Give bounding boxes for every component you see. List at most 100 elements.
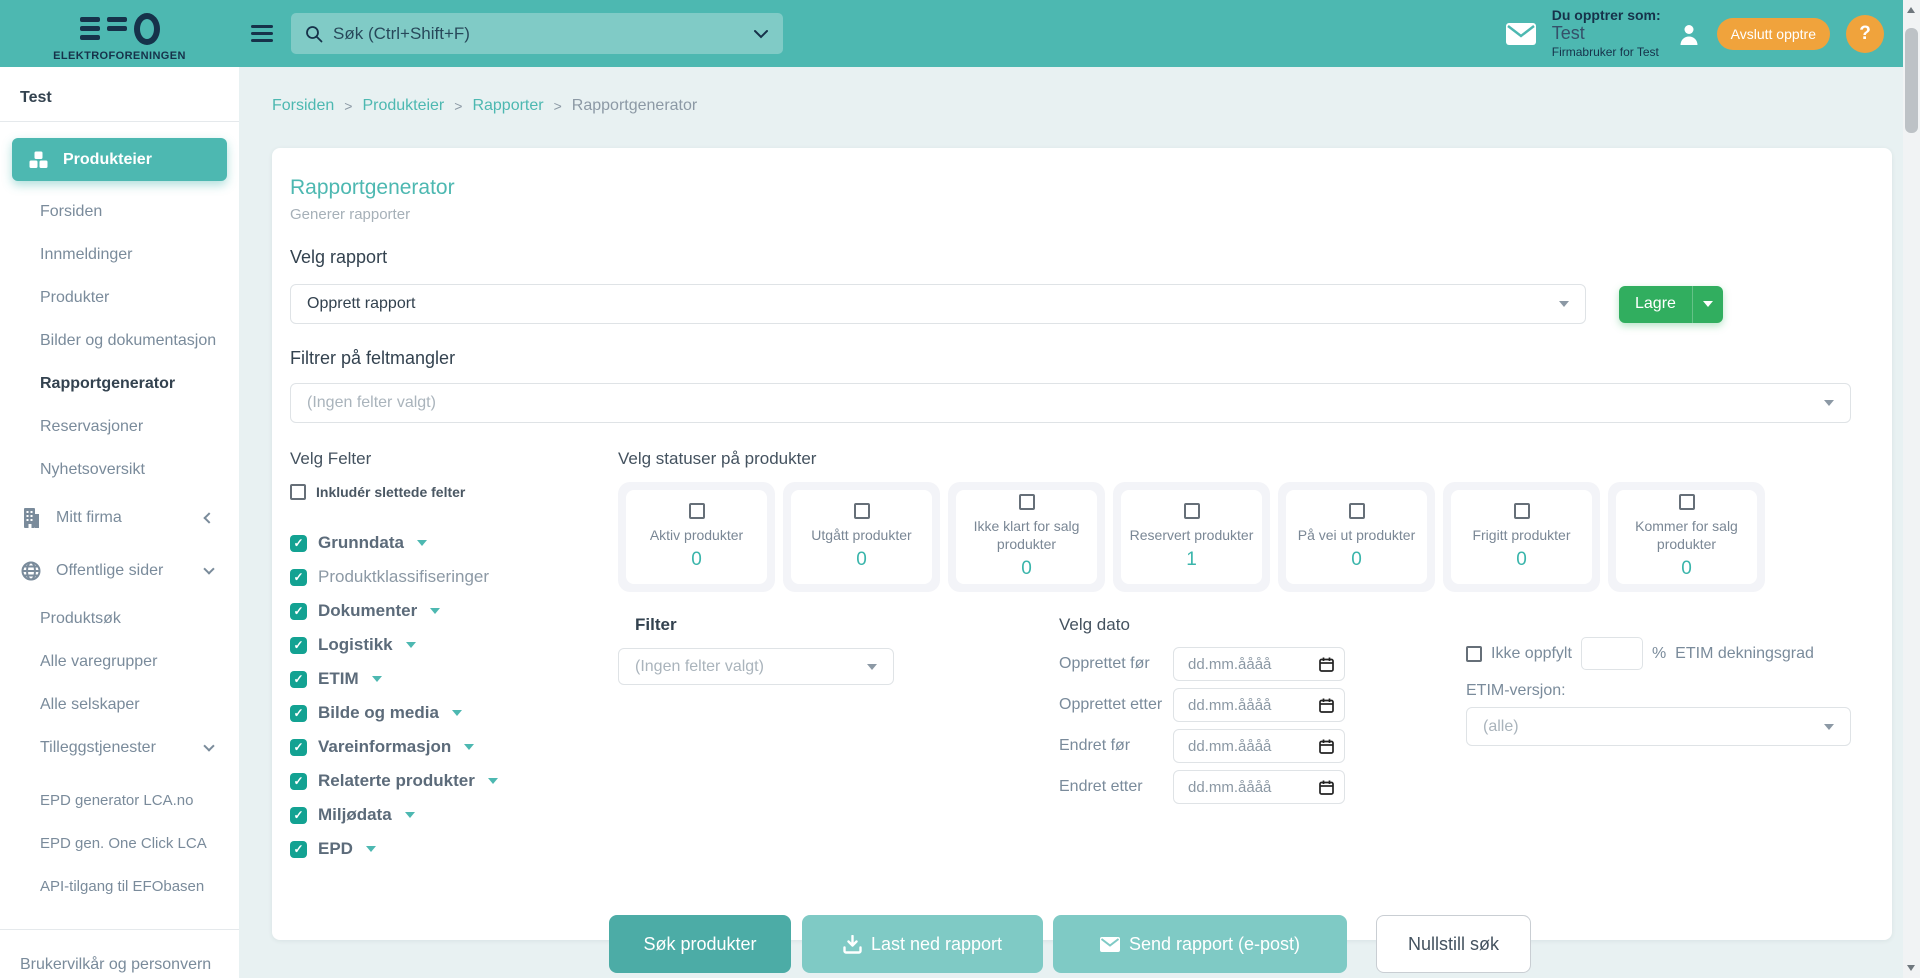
status-card-kommer-for-salg-produkter[interactable]: Kommer for salg produkter 0 bbox=[1608, 482, 1765, 592]
calendar-icon[interactable] bbox=[1319, 739, 1334, 754]
field-group-relaterte-produkter[interactable]: Relaterte produkter bbox=[290, 764, 620, 798]
sidebar-item-rapportgenerator[interactable]: Rapportgenerator bbox=[0, 362, 239, 405]
mail-icon[interactable] bbox=[1506, 23, 1536, 45]
field-group-dokumenter[interactable]: Dokumenter bbox=[290, 594, 620, 628]
status-card-reservert-produkter[interactable]: Reservert produkter 1 bbox=[1113, 482, 1270, 592]
breadcrumb-separator: > bbox=[344, 98, 352, 114]
status-card-frigitt-produkter[interactable]: Frigitt produkter 0 bbox=[1443, 482, 1600, 592]
send-rapport-e-post-button[interactable]: Send rapport (e-post) bbox=[1053, 915, 1347, 973]
sidebar-item-innmeldinger[interactable]: Innmeldinger bbox=[0, 233, 239, 276]
sidebar-item-produkts-k[interactable]: Produktsøk bbox=[0, 597, 239, 640]
chevron-down-icon bbox=[203, 740, 214, 751]
chevron-down-icon[interactable] bbox=[753, 29, 769, 39]
sidebar-item-offentlige-sider[interactable]: Offentlige sider bbox=[0, 544, 239, 597]
checkbox-unchecked[interactable] bbox=[854, 503, 870, 519]
status-card-ikke-klart-for-salg-produkter[interactable]: Ikke klart for salg produkter 0 bbox=[948, 482, 1105, 592]
field-group-list: Grunndata Produktklassifiseringer Dokume… bbox=[290, 526, 620, 866]
help-button[interactable]: ? bbox=[1846, 15, 1884, 53]
field-group-logistikk[interactable]: Logistikk bbox=[290, 628, 620, 662]
checkbox-checked[interactable] bbox=[290, 841, 307, 858]
checkbox-checked[interactable] bbox=[290, 535, 307, 552]
etim-version-select[interactable]: (alle) bbox=[1466, 707, 1851, 746]
sidebar-item-produkteier[interactable]: Produkteier bbox=[12, 138, 227, 181]
checkbox-checked[interactable] bbox=[290, 637, 307, 654]
field-group-produktklassifiseringer[interactable]: Produktklassifiseringer bbox=[290, 560, 620, 594]
report-select-value: Opprett rapport bbox=[307, 295, 416, 313]
vertical-scrollbar[interactable] bbox=[1903, 0, 1920, 978]
checkbox-unchecked[interactable] bbox=[1019, 494, 1035, 510]
save-dropdown-toggle[interactable] bbox=[1692, 286, 1723, 323]
checkbox-unchecked[interactable] bbox=[290, 484, 306, 500]
end-impersonation-button[interactable]: Avslutt opptre bbox=[1717, 18, 1830, 50]
download-icon bbox=[843, 935, 862, 954]
date-row-endret-etter: Endret etter dd.mm.åååå bbox=[1059, 770, 1345, 804]
sidebar-item-mitt-firma[interactable]: Mitt firma bbox=[0, 491, 239, 544]
sidebar-item-alle-varegrupper[interactable]: Alle varegrupper bbox=[0, 640, 239, 683]
main-content: Forsiden>Produkteier>Rapporter>Rapportge… bbox=[239, 67, 1920, 978]
checkbox-checked[interactable] bbox=[290, 773, 307, 790]
sidebar-item-epd-gen-one-click-lca[interactable]: EPD gen. One Click LCA bbox=[0, 822, 239, 865]
checkbox-unchecked[interactable] bbox=[689, 503, 705, 519]
nullstill-s-k-button[interactable]: Nullstill søk bbox=[1376, 915, 1531, 973]
sidebar-item-alle-selskaper[interactable]: Alle selskaper bbox=[0, 683, 239, 726]
date-input[interactable]: dd.mm.åååå bbox=[1173, 688, 1345, 722]
checkbox-checked[interactable] bbox=[290, 739, 307, 756]
status-card-aktiv-produkter[interactable]: Aktiv produkter 0 bbox=[618, 482, 775, 592]
sidebar-item-nyhetsoversikt[interactable]: Nyhetsoversikt bbox=[0, 448, 239, 491]
field-group-bilde-og-media[interactable]: Bilde og media bbox=[290, 696, 620, 730]
save-button[interactable]: Lagre bbox=[1619, 286, 1723, 323]
company-name: Test bbox=[0, 67, 239, 121]
include-deleted-row[interactable]: Inkludér slettede felter bbox=[290, 484, 620, 500]
checkbox-checked[interactable] bbox=[290, 569, 307, 586]
search-input[interactable] bbox=[333, 24, 753, 44]
field-missing-select[interactable]: (Ingen felter valgt) bbox=[290, 383, 1851, 423]
checkbox-unchecked[interactable] bbox=[1349, 503, 1365, 519]
sidebar-item-produkter[interactable]: Produkter bbox=[0, 276, 239, 319]
etim-coverage-input[interactable] bbox=[1581, 637, 1643, 670]
breadcrumb-produkteier[interactable]: Produkteier bbox=[362, 97, 444, 115]
breadcrumb-separator: > bbox=[454, 98, 462, 114]
field-group-milj-data[interactable]: Miljødata bbox=[290, 798, 620, 832]
sidebar-item-tilleggstjenester[interactable]: Tilleggstjenester bbox=[0, 726, 239, 769]
checkbox-checked[interactable] bbox=[290, 603, 307, 620]
checkbox-checked[interactable] bbox=[290, 807, 307, 824]
checkbox-unchecked[interactable] bbox=[1679, 494, 1695, 510]
field-group-epd[interactable]: EPD bbox=[290, 832, 620, 866]
checkbox-checked[interactable] bbox=[290, 705, 307, 722]
date-input[interactable]: dd.mm.åååå bbox=[1173, 729, 1345, 763]
status-card-utg-tt-produkter[interactable]: Utgått produkter 0 bbox=[783, 482, 940, 592]
checkbox-checked[interactable] bbox=[290, 671, 307, 688]
sidebar-item-epd-generator-lca-no[interactable]: EPD generator LCA.no bbox=[0, 779, 239, 822]
sidebar-item-forsiden[interactable]: Forsiden bbox=[0, 190, 239, 233]
chevron-down-icon bbox=[1703, 301, 1713, 307]
date-input[interactable]: dd.mm.åååå bbox=[1173, 770, 1345, 804]
breadcrumb-rapporter[interactable]: Rapporter bbox=[472, 97, 543, 115]
terms-privacy-link[interactable]: Brukervilkår og personvern bbox=[20, 956, 211, 974]
date-input[interactable]: dd.mm.åååå bbox=[1173, 647, 1345, 681]
last-ned-rapport-button[interactable]: Last ned rapport bbox=[802, 915, 1043, 973]
scroll-up-icon[interactable] bbox=[1907, 7, 1915, 13]
checkbox-unchecked[interactable] bbox=[1466, 646, 1482, 662]
breadcrumb-forsiden[interactable]: Forsiden bbox=[272, 97, 334, 115]
field-group-etim[interactable]: ETIM bbox=[290, 662, 620, 696]
efo-logo[interactable]: ELEKTROFORENINGEN bbox=[0, 6, 239, 62]
sidebar-item-bilder-og-dokumentasjon[interactable]: Bilder og dokumentasjon bbox=[0, 319, 239, 362]
global-search[interactable] bbox=[291, 13, 783, 54]
status-card-p-vei-ut-produkter[interactable]: På vei ut produkter 0 bbox=[1278, 482, 1435, 592]
report-select[interactable]: Opprett rapport bbox=[290, 284, 1586, 324]
filter-select[interactable]: (Ingen felter valgt) bbox=[618, 648, 894, 685]
calendar-icon[interactable] bbox=[1319, 657, 1334, 672]
calendar-icon[interactable] bbox=[1319, 780, 1334, 795]
scrollbar-thumb[interactable] bbox=[1905, 28, 1918, 133]
calendar-icon[interactable] bbox=[1319, 698, 1334, 713]
scroll-down-icon[interactable] bbox=[1907, 965, 1915, 971]
sidebar-item-reservasjoner[interactable]: Reservasjoner bbox=[0, 405, 239, 448]
user-icon[interactable] bbox=[1677, 22, 1701, 46]
sidebar-item-api-tilgang-til-efobasen[interactable]: API-tilgang til EFObasen bbox=[0, 865, 239, 908]
field-group-grunndata[interactable]: Grunndata bbox=[290, 526, 620, 560]
s-k-produkter-button[interactable]: Søk produkter bbox=[609, 915, 791, 973]
field-group-vareinformasjon[interactable]: Vareinformasjon bbox=[290, 730, 620, 764]
menu-toggle-icon[interactable] bbox=[251, 25, 273, 42]
checkbox-unchecked[interactable] bbox=[1184, 503, 1200, 519]
checkbox-unchecked[interactable] bbox=[1514, 503, 1530, 519]
